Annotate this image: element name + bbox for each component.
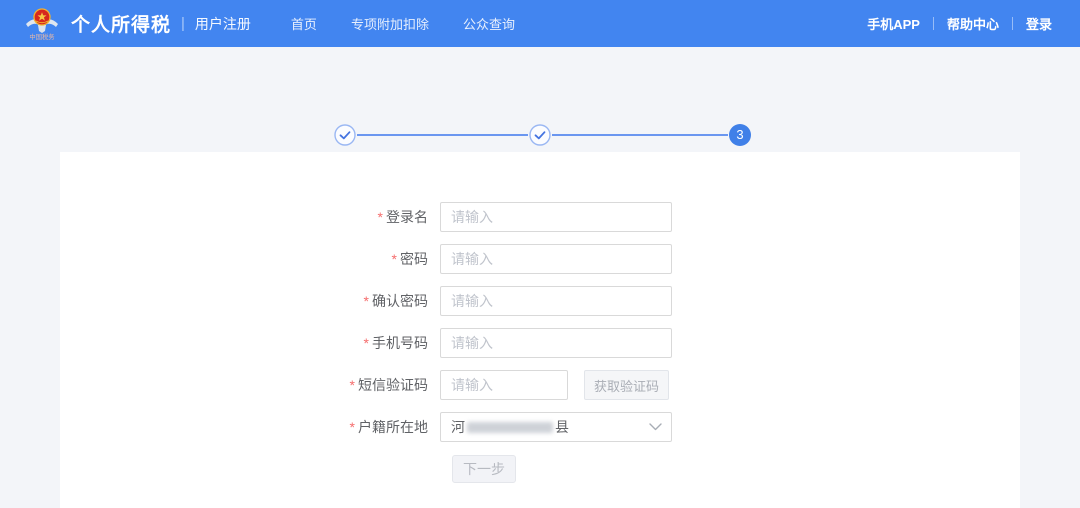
registration-form-card: *登录名 *密码 *确认密码 *手机号码 *短信验证码	[60, 152, 1020, 508]
logo-caption: 中国税务	[29, 34, 54, 41]
confirm-password-label: *确认密码	[60, 291, 440, 311]
header-links: 手机APP 帮助中心 登录	[867, 14, 1052, 33]
chevron-down-icon	[649, 423, 662, 431]
check-icon	[529, 124, 551, 146]
nav-item-home[interactable]: 首页	[291, 14, 317, 33]
mobile-number-input[interactable]	[440, 328, 672, 358]
app-title: 个人所得税	[71, 10, 171, 37]
password-label: *密码	[60, 249, 440, 269]
step-3-active-circle: 3	[729, 124, 751, 146]
mobile-number-label: *手机号码	[60, 333, 440, 353]
region-row: *户籍所在地 河县	[60, 412, 1020, 442]
region-value-prefix: 河	[451, 417, 465, 437]
link-mobile-app[interactable]: 手机APP	[867, 14, 920, 33]
get-sms-code-button[interactable]: 获取验证码	[584, 370, 669, 400]
redacted-region-text	[467, 422, 553, 433]
password-row: *密码	[60, 244, 1020, 274]
link-help-center[interactable]: 帮助中心	[947, 14, 999, 33]
divider	[1012, 17, 1013, 30]
divider	[933, 17, 934, 30]
main-nav: 首页 专项附加扣除 公众查询	[291, 14, 515, 33]
required-marker: *	[350, 377, 355, 393]
login-name-row: *登录名	[60, 202, 1020, 232]
sms-code-label: *短信验证码	[60, 375, 440, 395]
sms-code-input[interactable]	[440, 370, 568, 400]
step-2-done-circle	[529, 124, 551, 146]
next-step-button[interactable]: 下一步	[452, 455, 516, 483]
required-marker: *	[364, 293, 369, 309]
required-marker: *	[392, 251, 397, 267]
mobile-number-row: *手机号码	[60, 328, 1020, 358]
region-value-suffix: 县	[555, 417, 569, 437]
link-login[interactable]: 登录	[1026, 14, 1052, 33]
nav-item-special-deduction[interactable]: 专项附加扣除	[351, 14, 429, 33]
title-divider: |	[181, 15, 185, 32]
required-marker: *	[350, 419, 355, 435]
login-name-input[interactable]	[440, 202, 672, 232]
nav-item-public-inquiry[interactable]: 公众查询	[463, 14, 515, 33]
page-subtitle: 用户注册	[195, 14, 251, 34]
step-connector	[552, 134, 728, 136]
region-label: *户籍所在地	[60, 417, 440, 437]
required-marker: *	[378, 209, 383, 225]
national-emblem-icon	[25, 8, 59, 34]
step-connector	[357, 134, 528, 136]
submit-row: 下一步	[60, 455, 1020, 483]
login-name-label: *登录名	[60, 207, 440, 227]
step-1-done-circle	[334, 124, 356, 146]
set-login-info-form: *登录名 *密码 *确认密码 *手机号码 *短信验证码	[60, 152, 1020, 483]
check-icon	[334, 124, 356, 146]
region-select[interactable]: 河县	[440, 412, 672, 442]
confirm-password-row: *确认密码	[60, 286, 1020, 316]
tax-bureau-logo: 中国税务	[22, 8, 62, 42]
registration-stepper: 3 选择认证方式 进行身份认证 设置登录信息	[0, 47, 1080, 152]
password-input[interactable]	[440, 244, 672, 274]
confirm-password-input[interactable]	[440, 286, 672, 316]
sms-code-row: *短信验证码 获取验证码	[60, 370, 1020, 400]
top-navbar: 中国税务 个人所得税 | 用户注册 首页 专项附加扣除 公众查询 手机APP 帮…	[0, 0, 1080, 47]
required-marker: *	[364, 335, 369, 351]
